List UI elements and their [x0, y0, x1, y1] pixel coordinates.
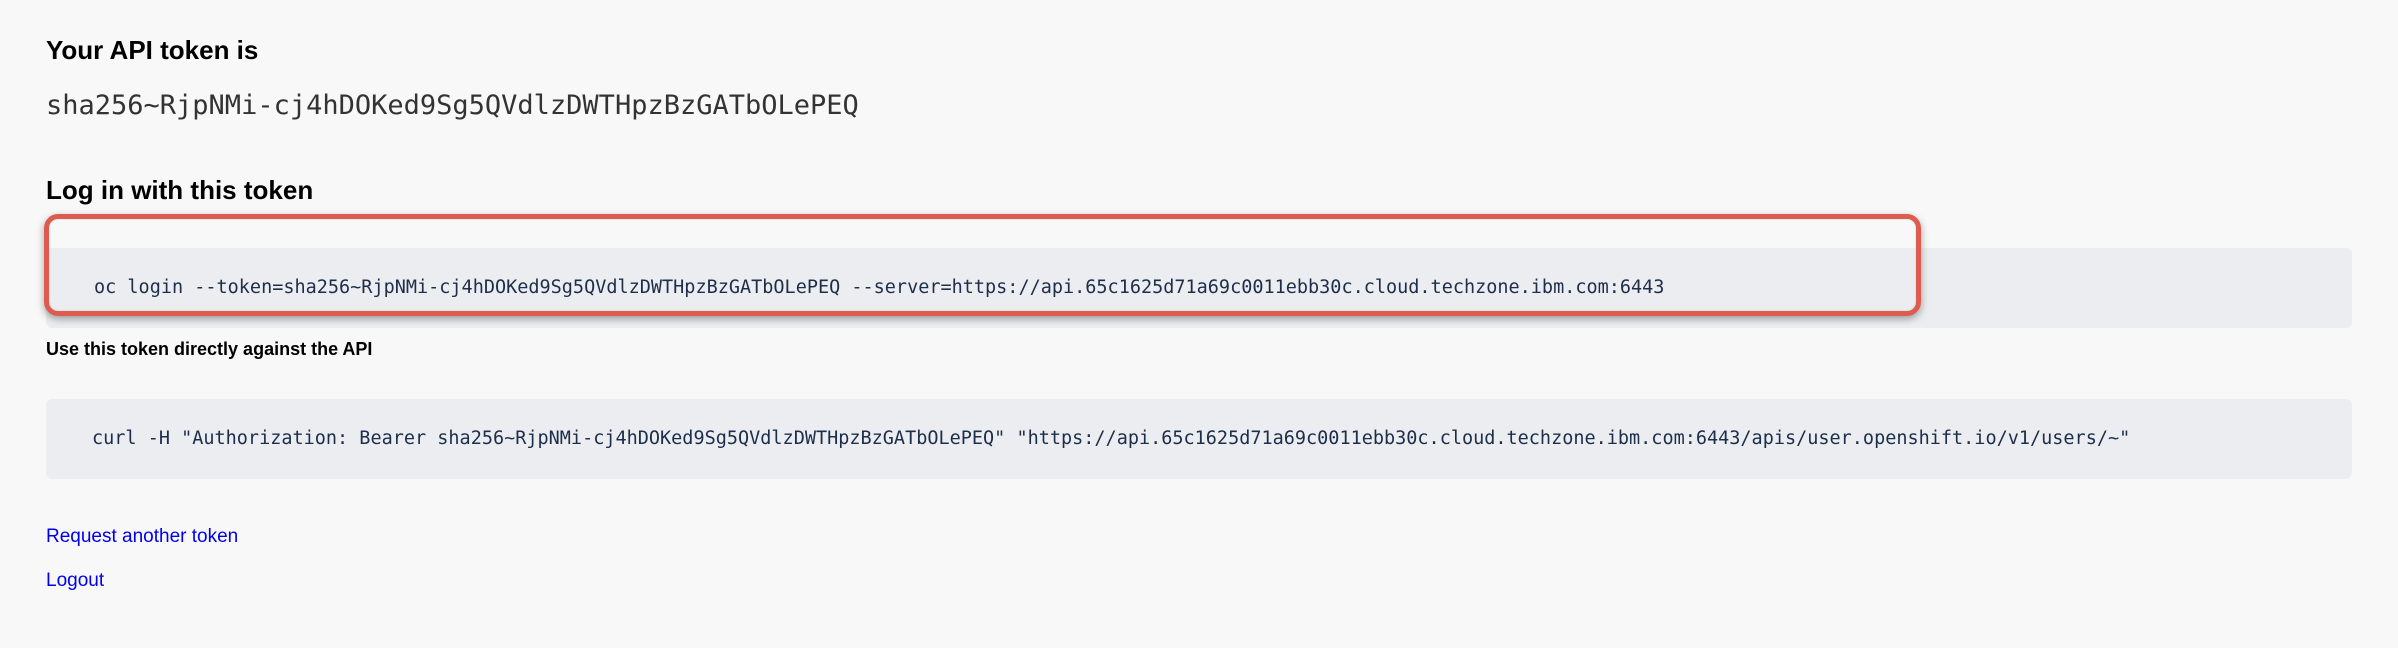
api-usage-heading: Use this token directly against the API — [46, 339, 373, 359]
oc-login-command[interactable]: oc login --token=sha256~RjpNMi-cj4hDOKed… — [46, 247, 2352, 328]
api-token-value[interactable]: sha256~RjpNMi-cj4hDOKed9Sg5QVdlzDWTHpzBz… — [46, 86, 859, 126]
request-another-token-link[interactable]: Request another token — [46, 525, 238, 549]
api-token-heading: Your API token is — [46, 35, 259, 65]
login-heading: Log in with this token — [46, 175, 314, 205]
logout-link[interactable]: Logout — [46, 569, 104, 593]
curl-command[interactable]: curl -H "Authorization: Bearer sha256~Rj… — [46, 398, 2352, 479]
